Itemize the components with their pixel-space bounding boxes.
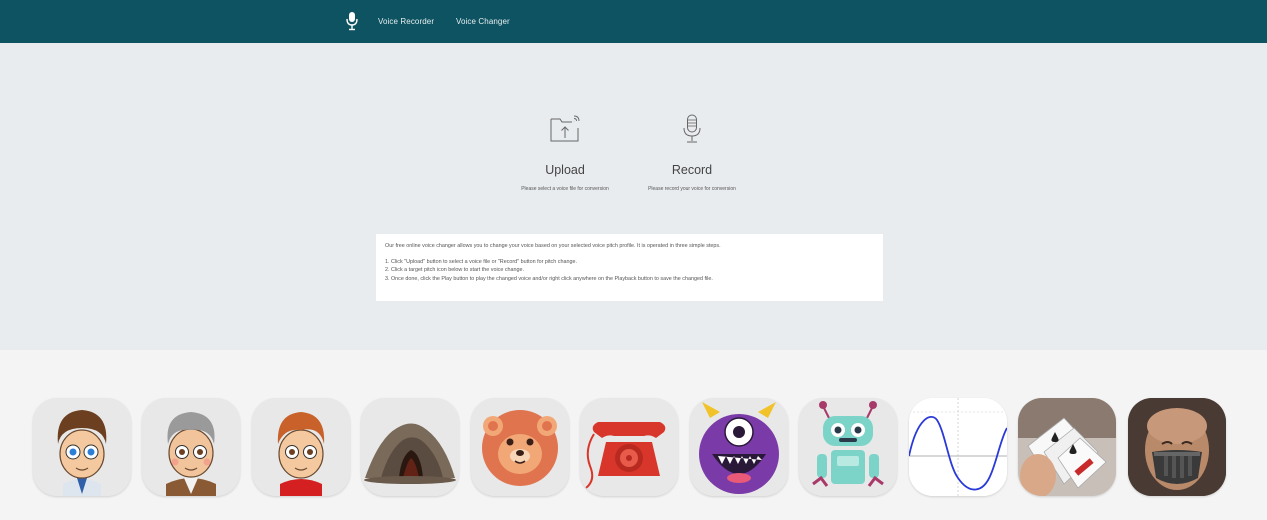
voice-option-kid[interactable]	[252, 398, 350, 496]
nav-link-voice-recorder[interactable]: Voice Recorder	[378, 17, 434, 26]
masked-man-icon	[1128, 398, 1226, 496]
record-title: Record	[671, 163, 713, 177]
instruction-step-3: 3. Once done, click the Play button to p…	[385, 275, 713, 282]
upload-subtitle: Please select a voice file for conversio…	[521, 186, 609, 192]
hero-section: Upload Please select a voice file for co…	[0, 43, 1267, 350]
kid-avatar-icon	[252, 398, 350, 496]
playing-cards-icon	[1018, 398, 1116, 496]
voice-option-masked-man[interactable]	[1128, 398, 1226, 496]
voice-option-monster[interactable]	[690, 398, 788, 496]
upload-button[interactable]: Upload Please select a voice file for co…	[495, 113, 635, 192]
instructions-box: Our free online voice changer allows you…	[376, 234, 883, 301]
voice-option-old-man[interactable]	[142, 398, 240, 496]
monster-icon	[690, 398, 788, 496]
boy-avatar-icon	[33, 398, 131, 496]
old-man-avatar-icon	[142, 398, 240, 496]
voice-options	[0, 350, 1267, 520]
voice-option-telephone[interactable]	[580, 398, 678, 496]
instructions-intro: Our free online voice changer allows you…	[385, 243, 721, 249]
nav-link-voice-changer[interactable]: Voice Changer	[456, 17, 510, 26]
cave-icon	[361, 398, 459, 496]
record-subtitle: Please record your voice for conversion	[648, 186, 736, 192]
voice-option-boy[interactable]	[33, 398, 131, 496]
microphone-icon[interactable]	[345, 11, 359, 31]
sine-wave-icon	[909, 398, 1007, 496]
record-button[interactable]: Record Please record your voice for conv…	[622, 113, 762, 192]
voice-option-cards[interactable]	[1018, 398, 1116, 496]
upload-title: Upload	[545, 163, 585, 177]
upload-folder-icon	[550, 115, 580, 142]
telephone-icon	[580, 398, 678, 496]
voice-option-sine-wave[interactable]	[909, 398, 1007, 496]
instruction-step-2: 2. Click a target pitch icon below to st…	[385, 267, 525, 274]
voice-option-bear[interactable]	[471, 398, 569, 496]
robot-icon	[799, 398, 897, 496]
bear-icon	[471, 398, 569, 496]
microphone-icon	[683, 114, 701, 143]
top-navbar: Voice Recorder Voice Changer	[0, 0, 1267, 43]
instruction-step-1: 1. Click "Upload" button to select a voi…	[385, 259, 577, 266]
voice-option-cave[interactable]	[361, 398, 459, 496]
voice-option-robot[interactable]	[799, 398, 897, 496]
